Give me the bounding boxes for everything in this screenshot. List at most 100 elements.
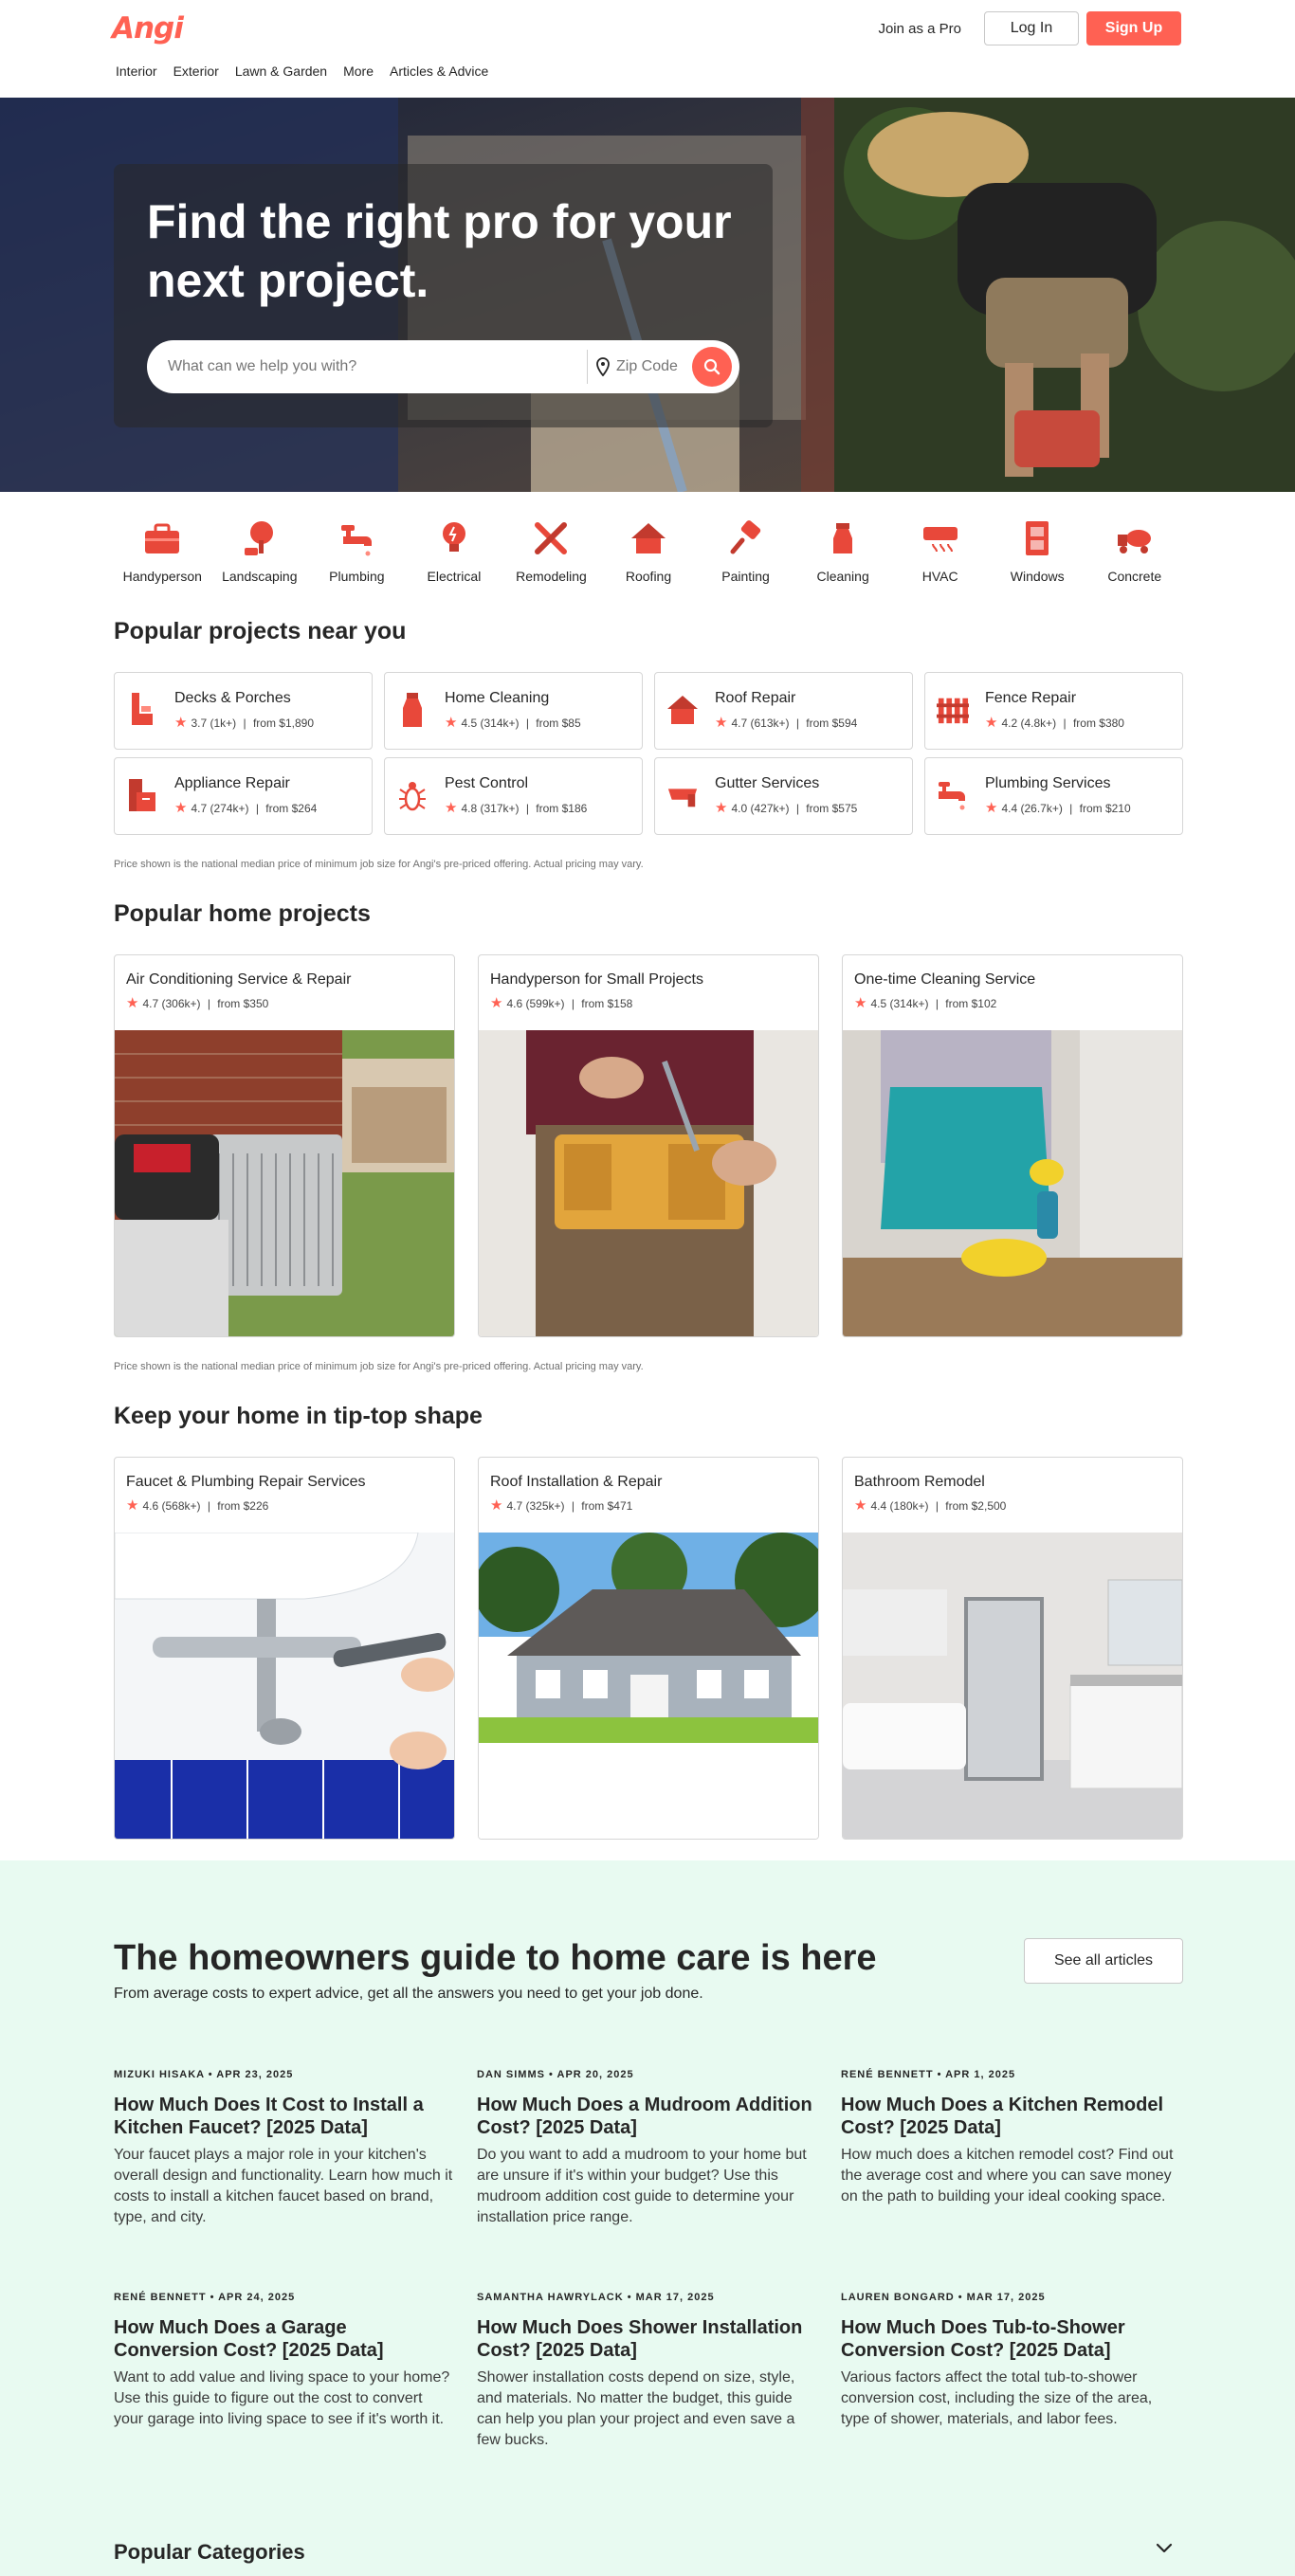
category-plumbing[interactable]: Plumbing <box>308 519 406 584</box>
faucet-icon <box>337 519 375 557</box>
rating: 3.7 (1k+) <box>191 717 237 730</box>
article-card[interactable]: Samantha Hawrylack • Mar 17, 2025 How Mu… <box>477 2292 818 2451</box>
near-card-meta: ★ 4.7 (613k+) | from $594 <box>715 716 857 730</box>
meta-divider: | <box>252 802 263 815</box>
rating: 4.6 (599k+) <box>506 997 565 1010</box>
article-card[interactable]: René Bennett • Apr 1, 2025 How Much Does… <box>841 2069 1182 2207</box>
category-label: Cleaning <box>816 569 869 584</box>
category-hvac[interactable]: HVAC <box>891 519 989 584</box>
nav-more[interactable]: More <box>343 63 374 79</box>
search-button[interactable] <box>692 347 732 387</box>
spray-bottle-icon <box>396 690 429 730</box>
category-handyperson[interactable]: Handyperson <box>114 519 211 584</box>
fence-icon <box>937 690 969 730</box>
chevron-down-icon[interactable] <box>1155 2542 1174 2555</box>
meta-divider: | <box>932 1499 942 1513</box>
near-card-meta: ★ 4.8 (317k+) | from $186 <box>445 801 587 815</box>
article-meta: Samantha Hawrylack • Mar 17, 2025 <box>477 2292 715 2303</box>
project-card-title: Handyperson for Small Projects <box>490 971 703 988</box>
category-roofing[interactable]: Roofing <box>600 519 698 584</box>
article-card[interactable]: Lauren Bongard • Mar 17, 2025 How Much D… <box>841 2292 1182 2430</box>
near-card-title: Home Cleaning <box>445 690 550 706</box>
rating: 4.7 (306k+) <box>142 997 201 1010</box>
article-meta: Mizuki Hisaka • Apr 23, 2025 <box>114 2069 294 2080</box>
near-card-appliance-repair[interactable]: Appliance Repair ★ 4.7 (274k+) | from $26… <box>114 757 373 835</box>
category-row: Handyperson Landscaping Plumbing Electri… <box>114 519 1183 584</box>
star-icon: ★ <box>445 715 458 731</box>
article-title[interactable]: How Much Does It Cost to Install a Kitch… <box>114 2094 455 2139</box>
project-card-roof-installation[interactable]: Roof Installation & Repair ★ 4.7 (325k+) … <box>478 1457 819 1840</box>
nav-interior[interactable]: Interior <box>116 63 157 79</box>
price: from $102 <box>945 997 997 1010</box>
article-title[interactable]: How Much Does a Mudroom Addition Cost? [… <box>477 2094 818 2139</box>
header-actions: Join as a Pro Log In Sign Up <box>878 11 1181 45</box>
zip-code-input[interactable] <box>611 358 684 375</box>
article-title[interactable]: How Much Does Tub-to-Shower Conversion C… <box>841 2316 1182 2362</box>
nav-exterior[interactable]: Exterior <box>173 63 219 79</box>
project-card-bathroom-remodel[interactable]: Bathroom Remodel ★ 4.4 (180k+) | from $2,… <box>842 1457 1183 1840</box>
category-remodeling[interactable]: Remodeling <box>502 519 600 584</box>
near-card-home-cleaning[interactable]: Home Cleaning ★ 4.5 (314k+) | from $85 <box>384 672 643 750</box>
category-label: Handyperson <box>122 569 202 584</box>
tiptop-grid: Faucet & Plumbing Repair Services ★ 4.6 (… <box>114 1457 1183 1840</box>
angi-logo[interactable]: Angi <box>112 11 184 45</box>
project-card-meta: ★ 4.7 (306k+) | from $350 <box>126 996 268 1010</box>
bug-icon <box>396 775 429 815</box>
project-card-cleaning[interactable]: One-time Cleaning Service ★ 4.5 (314k+) |… <box>842 954 1183 1337</box>
popular-categories-heading[interactable]: Popular Categories <box>114 2540 305 2565</box>
popular-home-grid: Air Conditioning Service & Repair ★ 4.7 (… <box>114 954 1183 1337</box>
faucet-icon <box>937 775 969 815</box>
category-label: Roofing <box>625 569 672 584</box>
hero-card: Find the right pro for your next project… <box>114 164 773 427</box>
star-icon: ★ <box>490 1497 503 1514</box>
house-roof-photo <box>479 1533 818 1839</box>
join-as-pro-link[interactable]: Join as a Pro <box>878 21 961 37</box>
category-cleaning[interactable]: Cleaning <box>794 519 892 584</box>
guide-subtitle: From average costs to expert advice, get… <box>114 1986 703 2002</box>
location-pin-icon <box>596 357 610 376</box>
meta-divider: | <box>522 802 533 815</box>
nav-lawn-garden[interactable]: Lawn & Garden <box>235 63 327 79</box>
near-card-title: Roof Repair <box>715 690 796 706</box>
project-card-title: Bathroom Remodel <box>854 1474 985 1490</box>
price-disclaimer-2: Price shown is the national median price… <box>114 1361 644 1372</box>
price: from $575 <box>806 802 858 815</box>
spray-bottle-icon <box>824 519 862 557</box>
article-description: Shower installation costs depend on size… <box>477 2369 795 2448</box>
category-electrical[interactable]: Electrical <box>406 519 503 584</box>
window-icon <box>1018 519 1056 557</box>
project-card-ac[interactable]: Air Conditioning Service & Repair ★ 4.7 (… <box>114 954 455 1337</box>
near-card-decks[interactable]: Decks & Porches ★ 3.7 (1k+) | from $1,890 <box>114 672 373 750</box>
popular-home-heading: Popular home projects <box>114 900 371 927</box>
category-landscaping[interactable]: Landscaping <box>211 519 309 584</box>
article-card[interactable]: Dan Simms • Apr 20, 2025 How Much Does a… <box>477 2069 818 2228</box>
article-card[interactable]: Mizuki Hisaka • Apr 23, 2025 How Much Do… <box>114 2069 455 2228</box>
project-card-handyperson[interactable]: Handyperson for Small Projects ★ 4.6 (599… <box>478 954 819 1337</box>
near-card-gutter-services[interactable]: Gutter Services ★ 4.0 (427k+) | from $575 <box>654 757 913 835</box>
article-card[interactable]: René Bennett • Apr 24, 2025 How Much Doe… <box>114 2292 455 2430</box>
category-concrete[interactable]: Concrete <box>1085 519 1183 584</box>
project-card-faucet[interactable]: Faucet & Plumbing Repair Services ★ 4.6 (… <box>114 1457 455 1840</box>
category-windows[interactable]: Windows <box>989 519 1086 584</box>
star-icon: ★ <box>985 715 998 731</box>
login-button[interactable]: Log In <box>984 11 1079 45</box>
near-card-pest-control[interactable]: Pest Control ★ 4.8 (317k+) | from $186 <box>384 757 643 835</box>
signup-button[interactable]: Sign Up <box>1086 11 1181 45</box>
article-title[interactable]: How Much Does a Garage Conversion Cost? … <box>114 2316 455 2362</box>
deck-icon <box>126 690 158 730</box>
see-all-articles-button[interactable]: See all articles <box>1024 1938 1183 1984</box>
category-painting[interactable]: Painting <box>697 519 794 584</box>
air-conditioner-icon <box>921 519 959 557</box>
project-search-input[interactable] <box>147 340 587 393</box>
near-card-roof-repair[interactable]: Roof Repair ★ 4.7 (613k+) | from $594 <box>654 672 913 750</box>
rating: 4.6 (568k+) <box>142 1499 201 1513</box>
near-card-plumbing-services[interactable]: Plumbing Services ★ 4.4 (26.7k+) | from $… <box>924 757 1183 835</box>
article-title[interactable]: How Much Does Shower Installation Cost? … <box>477 2316 818 2362</box>
article-title[interactable]: How Much Does a Kitchen Remodel Cost? [2… <box>841 2094 1182 2139</box>
search-bar <box>147 340 739 393</box>
near-card-fence-repair[interactable]: Fence Repair ★ 4.2 (4.8k+) | from $380 <box>924 672 1183 750</box>
rating: 4.4 (180k+) <box>870 1499 929 1513</box>
near-card-meta: ★ 4.4 (26.7k+) | from $210 <box>985 801 1131 815</box>
nav-articles-advice[interactable]: Articles & Advice <box>390 63 488 79</box>
rating: 4.0 (427k+) <box>731 802 790 815</box>
